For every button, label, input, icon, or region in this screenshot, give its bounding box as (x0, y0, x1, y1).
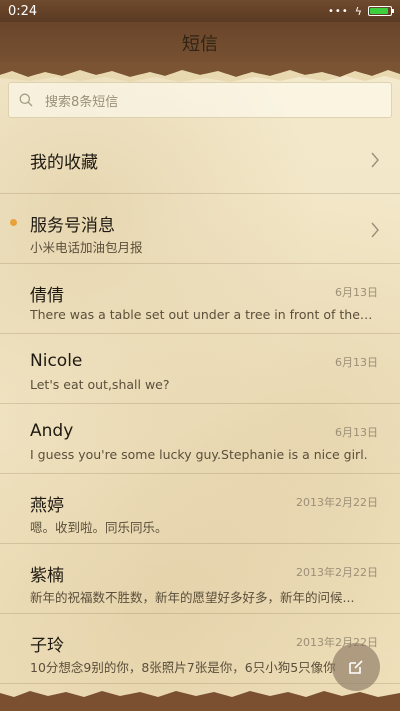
search-icon (19, 93, 33, 107)
message-preview: 嗯。收到啦。同乐同乐。 (30, 520, 168, 535)
chevron-right-icon (371, 222, 379, 238)
message-date: 6月13日 (335, 356, 378, 369)
dots-icon: ••• (328, 5, 349, 17)
message-preview: I guess you're some lucky guy.Stephanie … (30, 447, 368, 462)
contact-name: Andy (30, 421, 74, 441)
list-item[interactable]: Nicole 6月13日 Let's eat out,shall we? (0, 334, 400, 404)
message-date: 6月13日 (335, 426, 378, 439)
page-title: 短信 (182, 34, 218, 55)
contact-name: 燕婷 (30, 496, 64, 516)
contact-name: 紫楠 (30, 566, 64, 586)
service-messages-row[interactable]: 服务号消息 小米电话加油包月报 (0, 194, 400, 264)
conversation-list: 我的收藏 服务号消息 小米电话加油包月报 倩倩 6月13日 There was … (0, 126, 400, 684)
chevron-right-icon (371, 152, 379, 168)
message-preview: There was a table set out under a tree i… (30, 307, 376, 322)
message-date: 6月13日 (335, 286, 378, 299)
list-item[interactable]: 燕婷 2013年2月22日 嗯。收到啦。同乐同乐。 (0, 474, 400, 544)
status-bar: 0:24 ••• ϟ (0, 0, 400, 22)
favorites-label: 我的收藏 (30, 153, 98, 173)
contact-name: 子玲 (30, 636, 64, 656)
message-preview: 10分想念9别的你，8张照片7张是你，6只小狗5只像你 (30, 660, 336, 675)
compose-icon (349, 660, 363, 674)
service-subtitle: 小米电话加油包月报 (30, 240, 143, 255)
status-time: 0:24 (8, 3, 38, 19)
message-date: 2013年2月22日 (296, 566, 378, 579)
bolt-icon: ϟ (354, 4, 362, 18)
list-item[interactable]: 紫楠 2013年2月22日 新年的祝福数不胜数，新年的愿望好多好多，新年的问候.… (0, 544, 400, 614)
contact-name: 倩倩 (30, 286, 64, 306)
message-date: 2013年2月22日 (296, 496, 378, 509)
message-preview: 新年的祝福数不胜数，新年的愿望好多好多，新年的问候... (30, 590, 355, 605)
favorites-row[interactable]: 我的收藏 (0, 126, 400, 194)
service-label: 服务号消息 (30, 216, 115, 236)
unread-dot (10, 219, 17, 226)
compose-button[interactable] (332, 643, 380, 691)
search-placeholder: 搜索8条短信 (45, 94, 119, 110)
battery-icon (368, 6, 394, 16)
list-item[interactable]: 倩倩 6月13日 There was a table set out under… (0, 264, 400, 334)
search-input[interactable]: 搜索8条短信 (8, 82, 392, 118)
list-item[interactable]: Andy 6月13日 I guess you're some lucky guy… (0, 404, 400, 474)
message-preview: Let's eat out,shall we? (30, 377, 170, 392)
battery-level (370, 8, 388, 14)
contact-name: Nicole (30, 351, 83, 371)
